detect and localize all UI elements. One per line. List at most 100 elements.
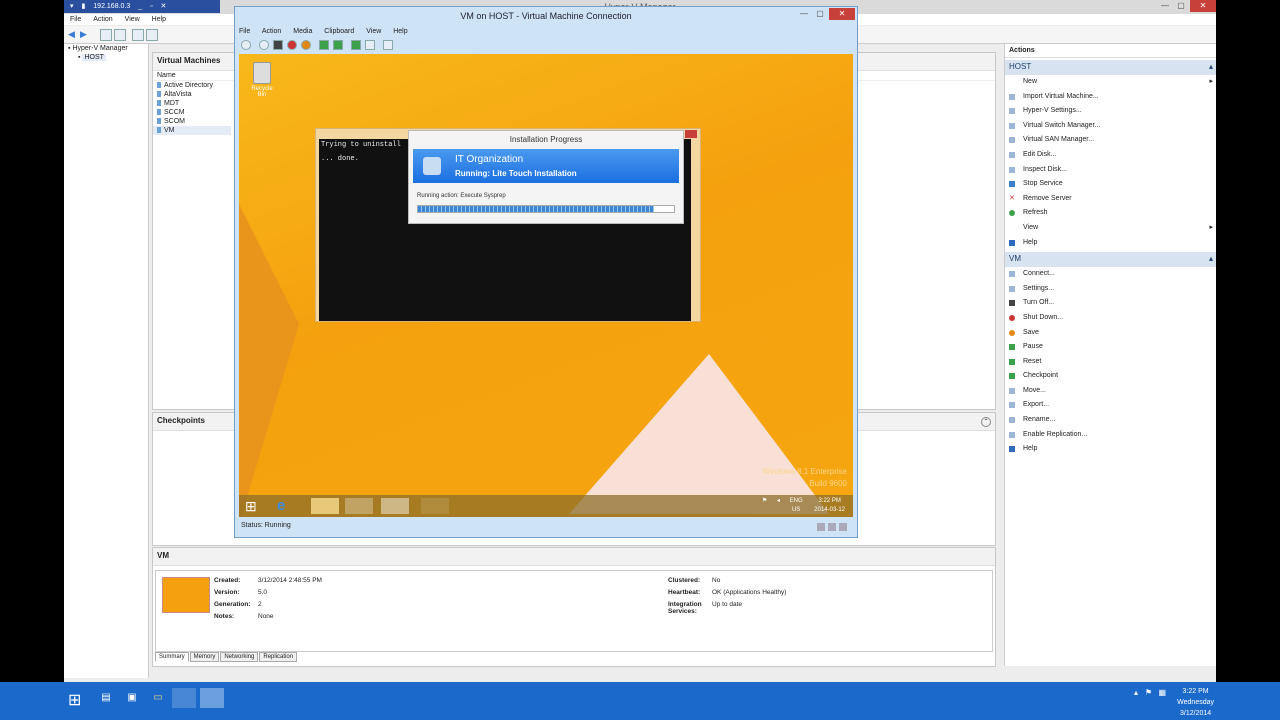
flag-icon[interactable]: ⚑ bbox=[762, 497, 767, 506]
powershell-icon[interactable]: ▣ bbox=[120, 688, 144, 708]
installation-progress-dialog[interactable]: Installation Progress IT Organization Ru… bbox=[408, 130, 684, 224]
vmc-menu-clipboard[interactable]: Clipboard bbox=[324, 28, 354, 35]
install-progress-task-icon[interactable] bbox=[381, 498, 409, 514]
action-checkpoint[interactable]: Checkpoint bbox=[1005, 369, 1216, 384]
server-manager-icon[interactable]: ▤ bbox=[94, 688, 118, 708]
vmc-menu-file[interactable]: File bbox=[239, 28, 250, 35]
taskbar-app-icon[interactable] bbox=[421, 498, 449, 514]
menu-help[interactable]: Help bbox=[152, 16, 166, 23]
action-turn-off[interactable]: Turn Off... bbox=[1005, 296, 1216, 311]
close-icon[interactable]: ✕ bbox=[829, 8, 855, 20]
maximize-icon[interactable]: ▢ bbox=[813, 8, 827, 20]
host-clock[interactable]: 3:22 PM Wednesday 3/12/2014 bbox=[1177, 686, 1214, 719]
rdp-close-icon[interactable]: ✕ bbox=[161, 0, 167, 13]
action-pane-icon[interactable] bbox=[146, 29, 158, 41]
action-stop-service[interactable]: Stop Service bbox=[1005, 177, 1216, 192]
tab-replication[interactable]: Replication bbox=[259, 652, 298, 662]
language-indicator[interactable]: ENG US bbox=[790, 497, 803, 515]
action-inspect-disk[interactable]: Inspect Disk... bbox=[1005, 163, 1216, 178]
menu-action[interactable]: Action bbox=[93, 16, 112, 23]
action-virtual-switch-manager[interactable]: Virtual Switch Manager... bbox=[1005, 119, 1216, 134]
recycle-bin[interactable]: Recycle Bin bbox=[247, 62, 277, 98]
vm-thumbnail[interactable] bbox=[162, 577, 210, 613]
turn-off-icon[interactable] bbox=[273, 40, 283, 50]
tab-memory[interactable]: Memory bbox=[189, 652, 220, 662]
reset-icon[interactable] bbox=[333, 40, 343, 50]
maximize-icon[interactable]: ▢ bbox=[1174, 0, 1188, 12]
tab-networking[interactable]: Networking bbox=[220, 652, 259, 662]
pin-icon[interactable]: ▾ bbox=[70, 0, 74, 13]
revert-icon[interactable] bbox=[365, 40, 375, 50]
tray-arrow-icon[interactable]: ▴ bbox=[1134, 688, 1138, 697]
network-icon[interactable]: ▦ bbox=[1158, 688, 1166, 697]
collapse-arrow-icon[interactable]: ▴ bbox=[1209, 254, 1213, 263]
action-reset[interactable]: Reset bbox=[1005, 355, 1216, 370]
guest-clock[interactable]: 3:22 PM 2014-03-12 bbox=[814, 497, 845, 515]
windows-start-icon[interactable]: ⊞ bbox=[68, 693, 84, 709]
file-explorer-icon[interactable]: ▭ bbox=[146, 688, 170, 708]
close-icon[interactable]: ✕ bbox=[1190, 0, 1216, 12]
enhanced-session-icon[interactable] bbox=[383, 40, 393, 50]
shutdown-icon[interactable] bbox=[287, 40, 297, 50]
windows-start-icon[interactable]: ⊞ bbox=[245, 498, 273, 514]
back-arrow-icon[interactable]: ◀ bbox=[68, 29, 78, 39]
action-help-vm[interactable]: Help bbox=[1005, 442, 1216, 457]
action-pause[interactable]: Pause bbox=[1005, 340, 1216, 355]
pause-icon[interactable] bbox=[319, 40, 329, 50]
tree-item-hyperv-manager[interactable]: ▪ Hyper-V Manager bbox=[64, 44, 148, 53]
save-icon[interactable] bbox=[301, 40, 311, 50]
actions-section-vm[interactable]: VM ▴ bbox=[1005, 252, 1216, 268]
flag-icon[interactable]: ⚑ bbox=[1145, 688, 1152, 697]
volume-icon[interactable]: ◂ bbox=[777, 497, 780, 506]
action-help-host[interactable]: Help bbox=[1005, 236, 1216, 251]
guest-desktop[interactable]: Recycle Bin Trying to uninstall ... done… bbox=[239, 54, 853, 517]
wallpaper-shape bbox=[569, 354, 829, 514]
action-new[interactable]: New ▸ bbox=[1005, 75, 1216, 90]
minimize-icon[interactable]: — bbox=[1158, 0, 1172, 12]
forward-arrow-icon[interactable]: ▶ bbox=[80, 29, 90, 39]
action-shut-down[interactable]: Shut Down... bbox=[1005, 311, 1216, 326]
action-connect[interactable]: Connect... bbox=[1005, 267, 1216, 282]
tab-summary[interactable]: Summary bbox=[155, 652, 189, 662]
show-hide-tree-icon[interactable] bbox=[114, 29, 126, 41]
vmc-menu-view[interactable]: View bbox=[366, 28, 381, 35]
internet-explorer-icon[interactable]: e bbox=[277, 498, 305, 514]
checkpoint-icon[interactable] bbox=[351, 40, 361, 50]
file-explorer-icon[interactable] bbox=[311, 498, 339, 514]
action-view[interactable]: View ▸ bbox=[1005, 221, 1216, 236]
ctrl-alt-del-icon[interactable] bbox=[241, 40, 251, 50]
minimize-icon[interactable]: — bbox=[797, 8, 811, 20]
vmc-menu-media[interactable]: Media bbox=[293, 28, 312, 35]
menu-view[interactable]: View bbox=[125, 16, 140, 23]
vm-row-vm[interactable]: VM bbox=[153, 126, 231, 135]
action-save[interactable]: Save bbox=[1005, 326, 1216, 341]
task-sequence-icon[interactable] bbox=[345, 498, 373, 514]
up-folder-icon[interactable] bbox=[100, 29, 112, 41]
collapse-icon[interactable]: ⌃ bbox=[981, 417, 991, 427]
close-icon[interactable] bbox=[685, 130, 697, 138]
action-virtual-san-manager[interactable]: Virtual SAN Manager... bbox=[1005, 133, 1216, 148]
action-settings[interactable]: Settings... bbox=[1005, 282, 1216, 297]
action-remove-server[interactable]: ✕ Remove Server bbox=[1005, 192, 1216, 207]
collapse-arrow-icon[interactable]: ▴ bbox=[1209, 62, 1213, 71]
vmc-menu-help[interactable]: Help bbox=[393, 28, 407, 35]
actions-section-host[interactable]: HOST ▴ bbox=[1005, 60, 1216, 75]
action-enable-replication[interactable]: Enable Replication... bbox=[1005, 428, 1216, 443]
rdp-connection-bar[interactable]: ▾ ▮ 192.168.0.3 _ ▫ ✕ bbox=[64, 0, 220, 13]
hyperv-manager-task-icon[interactable] bbox=[172, 688, 196, 708]
rdp-restore-icon[interactable]: ▫ bbox=[150, 0, 152, 13]
action-export[interactable]: Export... bbox=[1005, 398, 1216, 413]
vm-connection-task-icon[interactable] bbox=[200, 688, 224, 708]
action-rename[interactable]: Rename... bbox=[1005, 413, 1216, 428]
action-hyperv-settings[interactable]: Hyper-V Settings... bbox=[1005, 104, 1216, 119]
vmc-menu-action[interactable]: Action bbox=[262, 28, 281, 35]
action-edit-disk[interactable]: Edit Disk... bbox=[1005, 148, 1216, 163]
menu-file[interactable]: File bbox=[70, 16, 81, 23]
action-move[interactable]: Move... bbox=[1005, 384, 1216, 399]
action-import-vm[interactable]: Import Virtual Machine... bbox=[1005, 90, 1216, 105]
tree-item-host[interactable]: ▪ HOST bbox=[64, 53, 148, 62]
rdp-minimize-icon[interactable]: _ bbox=[138, 0, 142, 13]
help-icon[interactable] bbox=[132, 29, 144, 41]
action-refresh[interactable]: Refresh bbox=[1005, 206, 1216, 221]
start-icon[interactable] bbox=[259, 40, 269, 50]
